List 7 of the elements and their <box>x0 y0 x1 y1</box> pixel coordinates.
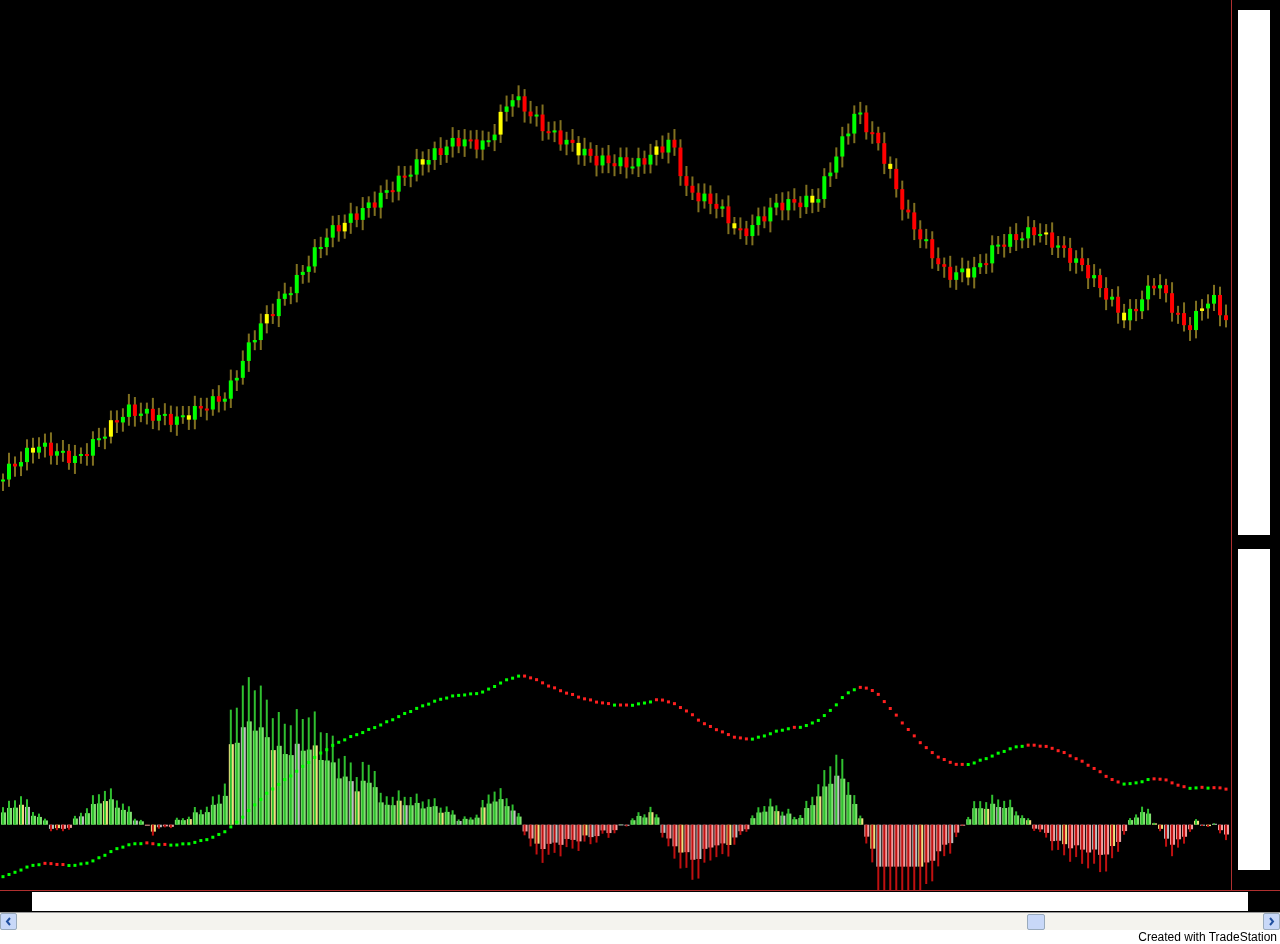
chevron-left-icon <box>5 917 12 926</box>
chevron-right-icon <box>1268 917 1275 926</box>
scroll-left-button[interactable] <box>0 913 17 930</box>
credit-text: Created with TradeStation <box>1138 930 1277 944</box>
scroll-right-button[interactable] <box>1263 913 1280 930</box>
scrollbar-thumb[interactable] <box>1027 914 1045 930</box>
horizontal-scrollbar[interactable] <box>0 912 1280 930</box>
